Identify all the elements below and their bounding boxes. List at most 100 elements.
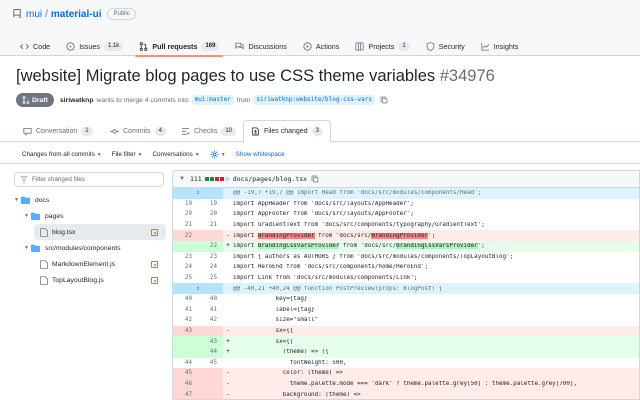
tab-insights[interactable]: Insights	[473, 36, 527, 56]
file-icon	[40, 275, 48, 285]
settings-dropdown[interactable]: ▼	[210, 150, 226, 159]
diff-sign	[223, 317, 233, 323]
old-line-number[interactable]: 42	[173, 315, 198, 326]
file-icon	[40, 259, 48, 269]
tree-folder-docs[interactable]: ▼ docs	[14, 192, 174, 208]
old-line-number[interactable]: 22	[173, 230, 198, 241]
diffstat-add-block	[204, 177, 209, 181]
old-line-number[interactable]	[173, 346, 198, 358]
chevron-down-icon: ▼	[96, 151, 102, 158]
new-line-number[interactable]: 22	[198, 240, 223, 252]
repo-name-link[interactable]: material-ui	[51, 9, 102, 20]
old-line-number[interactable]: 46	[173, 378, 198, 390]
tab-commits[interactable]: Commits 4	[103, 120, 173, 142]
code-text: background: (theme) =>	[233, 391, 361, 398]
expand-icon[interactable]: ⇕	[173, 188, 223, 199]
tree-folder-pages[interactable]: ▼ pages	[24, 208, 174, 224]
show-whitespace-button[interactable]: Show whitespace	[236, 151, 285, 158]
old-line-number[interactable]: 47	[173, 389, 198, 399]
diff-line: 21 21 import GradientText from 'docs/src/…	[173, 220, 639, 231]
diff-sign: +	[226, 349, 230, 356]
old-line-number[interactable]: 21	[173, 220, 198, 231]
pr-author-link[interactable]: siriwatknp	[60, 97, 94, 104]
new-line-number[interactable]	[198, 389, 223, 399]
diff-filename[interactable]: docs/pages/blog.tsx	[233, 175, 307, 183]
tab-pull-requests[interactable]: Pull requests 169	[131, 36, 227, 57]
tab-code[interactable]: Code	[12, 36, 58, 56]
tab-security[interactable]: Security	[418, 36, 473, 56]
old-line-number[interactable]: 44	[173, 358, 198, 369]
filter-changed-files-input[interactable]: Filter changed files	[14, 172, 164, 187]
tab-actions[interactable]: Actions	[295, 36, 348, 56]
old-line-number[interactable]: 41	[173, 305, 198, 316]
new-line-number[interactable]	[198, 368, 223, 379]
diffstat-neutral-block	[224, 177, 229, 181]
merge-text: wants to merge 4 commits into	[96, 96, 189, 104]
filter-placeholder: Filter changed files	[32, 176, 85, 183]
old-line-number[interactable]	[173, 240, 198, 252]
repo-header: mui / material-ui Public Code Issues 1.1…	[0, 0, 640, 57]
new-line-number[interactable]	[198, 230, 223, 241]
new-line-number[interactable]: 43	[198, 336, 223, 347]
new-line-number[interactable]: 40	[198, 294, 223, 305]
diff-sign	[223, 296, 233, 302]
new-line-number[interactable]: 41	[198, 305, 223, 316]
copy-icon[interactable]	[380, 96, 388, 104]
folder-icon	[31, 212, 40, 220]
tab-count: 3	[311, 127, 323, 136]
copy-icon[interactable]	[311, 175, 319, 183]
new-line-number[interactable]: 24	[198, 262, 223, 273]
old-line-number[interactable]: 23	[173, 252, 198, 263]
old-line-number[interactable]: 40	[173, 294, 198, 305]
tab-count: 1	[81, 126, 93, 136]
old-line-number[interactable]: 20	[173, 209, 198, 220]
tab-files-changed[interactable]: Files changed 3	[243, 120, 331, 143]
new-line-number[interactable]	[198, 325, 223, 337]
old-line-number[interactable]: 45	[173, 368, 198, 379]
tree-folder-src-modules-components[interactable]: ▼ src/modules/components	[24, 240, 174, 256]
diffstat-del-block	[214, 177, 219, 181]
tab-projects[interactable]: Projects 1	[347, 36, 417, 56]
old-line-number[interactable]: 43	[173, 325, 198, 337]
commit-icon	[110, 128, 119, 134]
tree-file-toplayoutblog[interactable]: TopLayoutBlog.js	[34, 272, 166, 288]
code-text: theme.palette.mode === 'dark' ? theme.pa…	[233, 380, 578, 387]
conversations-dropdown[interactable]: Conversations ▼	[153, 151, 200, 158]
tree-file-blog-tsx[interactable]: blog.tsx	[34, 224, 166, 240]
base-branch[interactable]: mui:master	[191, 95, 234, 105]
new-line-number[interactable]: 21	[198, 220, 223, 231]
tab-conversation[interactable]: Conversation 1	[16, 120, 100, 142]
new-line-number[interactable]	[198, 378, 223, 390]
old-line-number[interactable]: 19	[173, 199, 198, 210]
tree-item-label: blog.tsx	[52, 228, 76, 236]
pr-number: #34976	[439, 67, 495, 85]
changes-from-dropdown[interactable]: Changes from all commits ▼	[22, 151, 102, 158]
tree-file-markdownelement[interactable]: MarkdownElement.js	[34, 256, 166, 272]
repo-owner-link[interactable]: mui	[26, 9, 42, 20]
tab-issues[interactable]: Issues 1.1k	[58, 36, 131, 56]
old-line-number[interactable]	[173, 336, 198, 347]
new-line-number[interactable]: 25	[198, 273, 223, 284]
visibility-badge: Public	[107, 8, 136, 20]
file-filter-label: File filter	[111, 151, 136, 158]
new-line-number[interactable]: 19	[198, 199, 223, 210]
old-line-number[interactable]: 25	[173, 273, 198, 284]
head-branch[interactable]: siriwatknp:website/blog-css-vars	[253, 95, 375, 105]
code-text: (theme) => ({	[233, 349, 329, 356]
folder-icon	[21, 196, 30, 204]
code-text: import { authors as AUTHORS } from 'docs…	[233, 253, 514, 260]
chevron-down-icon[interactable]: ▼	[179, 176, 185, 182]
graph-icon	[481, 42, 489, 51]
old-line-number[interactable]: 24	[173, 262, 198, 273]
tab-label: Code	[33, 41, 51, 51]
tab-discussions[interactable]: Discussions	[227, 36, 294, 56]
new-line-number[interactable]: 42	[198, 315, 223, 326]
file-filter-dropdown[interactable]: File filter ▼	[112, 151, 143, 158]
new-line-number[interactable]: 23	[198, 252, 223, 263]
expand-icon[interactable]: ⇕	[173, 283, 223, 294]
tab-checks[interactable]: Checks 10	[174, 120, 243, 142]
new-line-number[interactable]: 20	[198, 209, 223, 220]
new-line-number[interactable]: 45	[198, 358, 223, 369]
draft-pr-icon	[22, 96, 30, 104]
new-line-number[interactable]: 44	[198, 346, 223, 358]
